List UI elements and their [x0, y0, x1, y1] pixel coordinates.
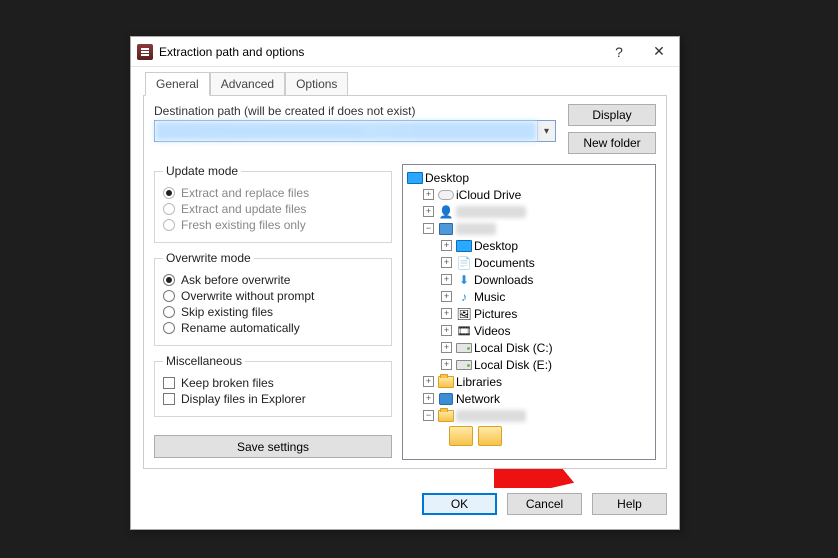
winrar-icon — [137, 44, 153, 60]
tree-node-pictures[interactable]: +🖼Pictures — [407, 305, 651, 322]
redacted-text — [456, 410, 526, 422]
expand-icon[interactable]: + — [441, 274, 452, 285]
tree-node-libraries[interactable]: +Libraries — [407, 373, 651, 390]
radio-icon — [163, 187, 175, 199]
radio-rename-auto[interactable]: Rename automatically — [163, 321, 383, 335]
help-titlebar-button[interactable]: ? — [599, 37, 639, 67]
check-display-explorer[interactable]: Display files in Explorer — [163, 392, 383, 406]
expand-icon[interactable]: + — [441, 291, 452, 302]
window-title: Extraction path and options — [159, 45, 599, 59]
tree-node-music[interactable]: +♪Music — [407, 288, 651, 305]
collapse-icon[interactable]: − — [423, 223, 434, 234]
overwrite-mode-legend: Overwrite mode — [163, 251, 254, 265]
network-icon — [439, 393, 453, 405]
pc-icon — [439, 223, 453, 235]
expand-icon[interactable]: + — [423, 206, 434, 217]
tree-node-network[interactable]: +Network — [407, 390, 651, 407]
desktop-icon — [407, 172, 423, 184]
radio-extract-update[interactable]: Extract and update files — [163, 202, 383, 216]
expand-icon[interactable]: + — [441, 257, 452, 268]
folder-icon — [438, 410, 454, 422]
tree-node-user-desktop[interactable]: +Desktop — [407, 237, 651, 254]
close-button[interactable]: ✕ — [639, 37, 679, 67]
destination-input[interactable] — [155, 121, 537, 141]
tree-node-user[interactable]: +👤 — [407, 203, 651, 220]
folder-icon — [478, 426, 502, 446]
folder-tree[interactable]: Desktop +iCloud Drive +👤 − +Desktop +📄Do… — [402, 164, 656, 460]
help-button[interactable]: Help — [592, 493, 667, 515]
tree-node-preview[interactable] — [407, 426, 651, 449]
tab-panel-general: Destination path (will be created if doe… — [143, 95, 667, 469]
titlebar[interactable]: Extraction path and options ? ✕ — [131, 37, 679, 67]
desktop-icon — [456, 240, 472, 252]
drive-icon — [456, 343, 472, 353]
tab-advanced[interactable]: Advanced — [210, 72, 285, 96]
tree-node-desktop[interactable]: Desktop — [407, 169, 651, 186]
radio-fresh-only[interactable]: Fresh existing files only — [163, 218, 383, 232]
redacted-text — [456, 206, 526, 218]
display-button[interactable]: Display — [568, 104, 656, 126]
expand-icon[interactable]: + — [423, 393, 434, 404]
tree-node-downloads[interactable]: +⬇Downloads — [407, 271, 651, 288]
checkbox-icon — [163, 393, 175, 405]
cloud-icon — [438, 190, 454, 200]
tab-strip: General Advanced Options — [145, 71, 667, 95]
expand-icon[interactable]: + — [441, 359, 452, 370]
drive-icon — [456, 360, 472, 370]
chevron-down-icon[interactable]: ▾ — [537, 121, 555, 141]
expand-icon[interactable]: + — [441, 308, 452, 319]
tree-node-documents[interactable]: +📄Documents — [407, 254, 651, 271]
check-keep-broken[interactable]: Keep broken files — [163, 376, 383, 390]
radio-ask-overwrite[interactable]: Ask before overwrite — [163, 273, 383, 287]
cancel-button[interactable]: Cancel — [507, 493, 582, 515]
save-settings-button[interactable]: Save settings — [154, 435, 392, 458]
update-mode-group: Update mode Extract and replace files Ex… — [154, 164, 392, 243]
destination-combo[interactable]: ▾ — [154, 120, 556, 142]
expand-icon[interactable]: + — [423, 376, 434, 387]
collapse-icon[interactable]: − — [423, 410, 434, 421]
tree-node-redacted[interactable]: − — [407, 407, 651, 424]
misc-legend: Miscellaneous — [163, 354, 245, 368]
overwrite-mode-group: Overwrite mode Ask before overwrite Over… — [154, 251, 392, 346]
expand-icon[interactable]: + — [441, 342, 452, 353]
radio-icon — [163, 274, 175, 286]
expand-icon[interactable]: + — [423, 189, 434, 200]
redacted-text — [456, 223, 496, 235]
update-mode-legend: Update mode — [163, 164, 241, 178]
misc-group: Miscellaneous Keep broken files Display … — [154, 354, 392, 417]
radio-icon — [163, 322, 175, 334]
tab-general[interactable]: General — [145, 72, 210, 96]
radio-skip-existing[interactable]: Skip existing files — [163, 305, 383, 319]
expand-icon[interactable]: + — [441, 240, 452, 251]
new-folder-button[interactable]: New folder — [568, 132, 656, 154]
extraction-dialog: Extraction path and options ? ✕ General … — [130, 36, 680, 530]
ok-button[interactable]: OK — [422, 493, 497, 515]
folder-icon — [449, 426, 473, 446]
radio-overwrite-no-prompt[interactable]: Overwrite without prompt — [163, 289, 383, 303]
radio-icon — [163, 219, 175, 231]
radio-icon — [163, 203, 175, 215]
tab-options[interactable]: Options — [285, 72, 348, 96]
radio-icon — [163, 306, 175, 318]
tree-node-videos[interactable]: +🎞Videos — [407, 322, 651, 339]
radio-extract-replace[interactable]: Extract and replace files — [163, 186, 383, 200]
tree-node-pc[interactable]: − — [407, 220, 651, 237]
dialog-footer: OK Cancel Help — [131, 481, 679, 529]
expand-icon[interactable]: + — [441, 325, 452, 336]
destination-label: Destination path (will be created if doe… — [154, 104, 556, 118]
tree-node-icloud[interactable]: +iCloud Drive — [407, 186, 651, 203]
radio-icon — [163, 290, 175, 302]
folder-icon — [438, 376, 454, 388]
tree-node-disk-c[interactable]: +Local Disk (C:) — [407, 339, 651, 356]
tree-node-disk-e[interactable]: +Local Disk (E:) — [407, 356, 651, 373]
checkbox-icon — [163, 377, 175, 389]
